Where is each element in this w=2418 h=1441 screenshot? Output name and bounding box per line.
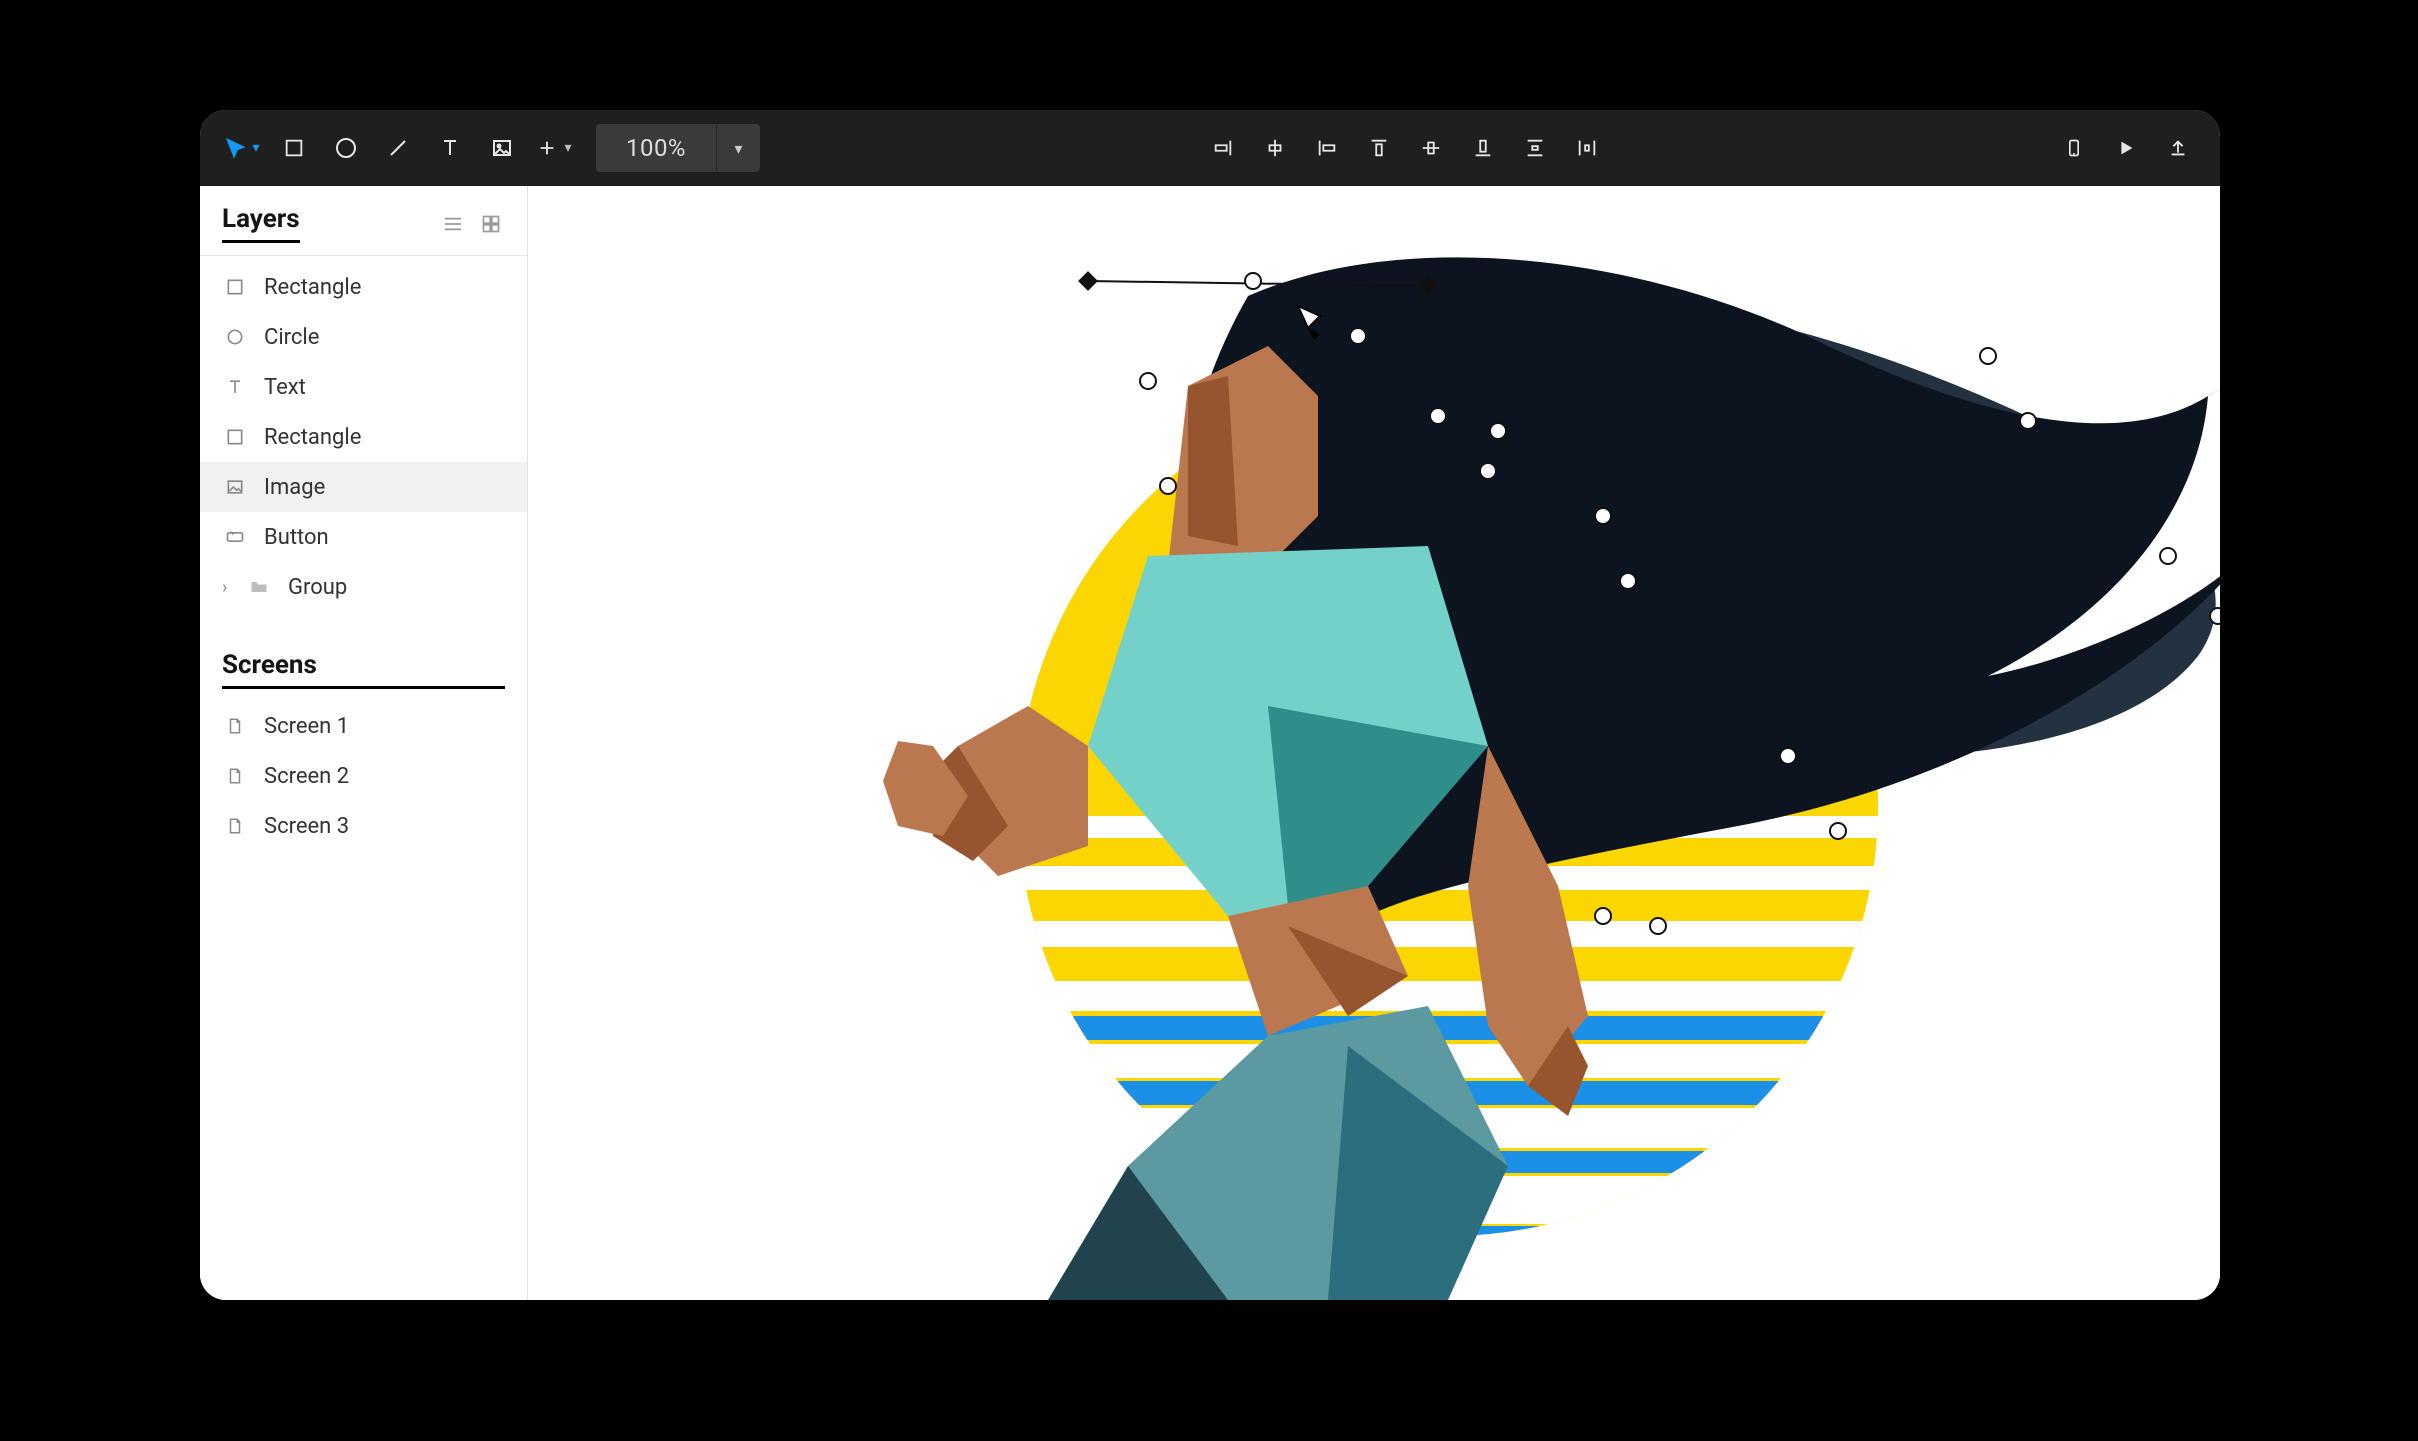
layer-label: Button: [264, 525, 329, 550]
align-center-v-icon[interactable]: [1407, 124, 1455, 172]
zoom-value: 100%: [596, 134, 716, 162]
layer-label: Circle: [264, 325, 319, 350]
canvas[interactable]: [528, 186, 2220, 1300]
layer-item[interactable]: › Group: [200, 562, 527, 612]
screen-label: Screen 3: [264, 814, 349, 839]
select-tool[interactable]: ▾: [218, 124, 266, 172]
distribute-h-icon[interactable]: [1563, 124, 1611, 172]
page-icon: [222, 713, 248, 739]
align-left-icon[interactable]: [1303, 124, 1351, 172]
layer-label: Rectangle: [264, 425, 361, 450]
layer-item[interactable]: Circle: [200, 312, 527, 362]
canvas-artwork: [528, 186, 2220, 1300]
screen-item[interactable]: Screen 3: [200, 801, 527, 851]
distribute-v-icon[interactable]: [1511, 124, 1559, 172]
screens-panel-header: Screens: [200, 612, 527, 701]
rectangle-icon: [222, 274, 248, 300]
layers-panel-header: Layers: [200, 204, 527, 255]
grid-view-icon[interactable]: [477, 213, 505, 235]
toolbar: ▾ ▾ 100% ▾: [200, 110, 2220, 186]
layer-item[interactable]: Text: [200, 362, 527, 412]
add-tool[interactable]: ▾: [530, 124, 578, 172]
rectangle-icon: [222, 424, 248, 450]
image-icon: [222, 474, 248, 500]
screen-item[interactable]: Screen 2: [200, 751, 527, 801]
rectangle-tool[interactable]: [270, 124, 318, 172]
layer-item[interactable]: Rectangle: [200, 412, 527, 462]
ellipse-tool[interactable]: [322, 124, 370, 172]
align-top-icon[interactable]: [1355, 124, 1403, 172]
screen-item[interactable]: Screen 1: [200, 701, 527, 751]
button-icon: [222, 524, 248, 550]
text-icon: [222, 374, 248, 400]
screens-title: Screens: [222, 650, 505, 689]
chevron-down-icon: ▾: [252, 140, 259, 156]
upload-icon[interactable]: [2154, 124, 2202, 172]
image-tool[interactable]: [478, 124, 526, 172]
device-preview-icon[interactable]: [2050, 124, 2098, 172]
page-icon: [222, 763, 248, 789]
sidebar: Layers Rectangle Circle: [200, 186, 528, 1300]
align-right-icon[interactable]: [1199, 124, 1247, 172]
layer-item[interactable]: Rectangle: [200, 262, 527, 312]
screen-label: Screen 2: [264, 764, 349, 789]
chevron-right-icon: ›: [222, 577, 236, 598]
text-tool[interactable]: [426, 124, 474, 172]
align-center-h-icon[interactable]: [1251, 124, 1299, 172]
layer-label: Group: [288, 575, 347, 600]
layer-label: Text: [264, 375, 306, 400]
line-tool[interactable]: [374, 124, 422, 172]
align-bottom-icon[interactable]: [1459, 124, 1507, 172]
zoom-control[interactable]: 100% ▾: [596, 124, 760, 172]
list-view-icon[interactable]: [439, 213, 467, 235]
screens-list: Screen 1 Screen 2 Screen 3: [200, 701, 527, 851]
zoom-dropdown[interactable]: ▾: [716, 124, 760, 172]
circle-icon: [222, 324, 248, 350]
layers-title: Layers: [222, 204, 300, 243]
layer-item[interactable]: Image: [200, 462, 527, 512]
folder-icon: [246, 574, 272, 600]
play-icon[interactable]: [2102, 124, 2150, 172]
layers-list: Rectangle Circle Text Rectangle: [200, 262, 527, 612]
page-icon: [222, 813, 248, 839]
layer-label: Image: [264, 475, 325, 500]
layer-label: Rectangle: [264, 275, 361, 300]
chevron-down-icon: ▾: [564, 140, 571, 156]
screen-label: Screen 1: [264, 714, 349, 739]
app-window: ▾ ▾ 100% ▾: [200, 110, 2220, 1300]
layer-item[interactable]: Button: [200, 512, 527, 562]
